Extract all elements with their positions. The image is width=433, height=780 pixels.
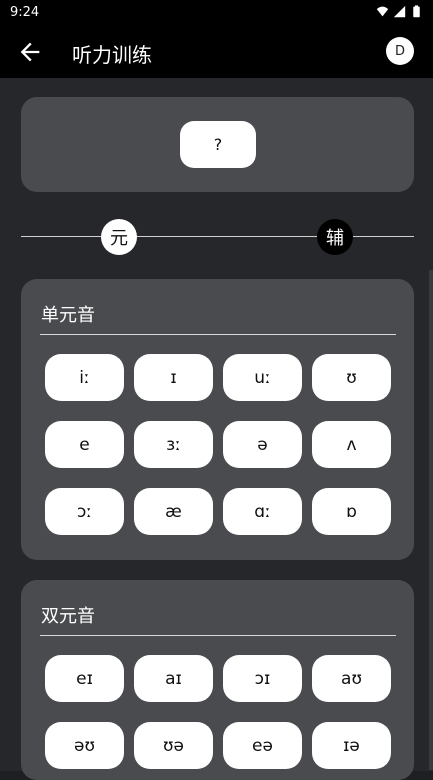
main-content: ? 元 辅 单元音 iː ɪ uː ʊ e ɜː ə ʌ ɔː æ ɑː ɒ 双… [0, 78, 433, 780]
diphthong-section: 双元音 eɪ aɪ ɔɪ aʊ əʊ ʊə eə ɪə [21, 580, 414, 780]
phoneme-button[interactable]: iː [45, 354, 124, 401]
phoneme-button[interactable]: ɜː [134, 421, 213, 468]
phoneme-button[interactable]: ɔː [45, 488, 124, 535]
phoneme-button[interactable]: aʊ [312, 655, 391, 702]
battery-icon [413, 5, 420, 18]
status-time: 9:24 [10, 5, 40, 20]
phoneme-button[interactable]: ɔɪ [223, 655, 302, 702]
phoneme-button[interactable]: ɪ [134, 354, 213, 401]
consonant-toggle[interactable]: 辅 [317, 219, 353, 255]
phoneme-button[interactable]: e [45, 421, 124, 468]
phoneme-grid: eɪ aɪ ɔɪ aʊ əʊ ʊə eə ɪə [45, 655, 391, 769]
vowel-toggle[interactable]: 元 [101, 219, 137, 255]
phoneme-button[interactable]: ɒ [312, 488, 391, 535]
play-question-button[interactable]: ? [180, 121, 256, 168]
phoneme-button[interactable]: uː [223, 354, 302, 401]
phoneme-button[interactable]: əʊ [45, 722, 124, 769]
phoneme-button[interactable]: aɪ [134, 655, 213, 702]
back-arrow-icon[interactable] [16, 38, 44, 66]
avatar[interactable]: D [386, 37, 414, 65]
phoneme-button[interactable]: ʌ [312, 421, 391, 468]
mode-toggle-track[interactable] [21, 236, 414, 237]
signal-icon [393, 5, 406, 18]
phoneme-grid: iː ɪ uː ʊ e ɜː ə ʌ ɔː æ ɑː ɒ [45, 354, 391, 535]
section-divider [40, 635, 396, 636]
page-title: 听力训练 [72, 43, 152, 67]
scrollbar[interactable] [429, 270, 433, 770]
section-divider [40, 334, 396, 335]
phoneme-button[interactable]: ɪə [312, 722, 391, 769]
phoneme-button[interactable]: æ [134, 488, 213, 535]
phoneme-button[interactable]: eɪ [45, 655, 124, 702]
wifi-icon [376, 6, 389, 17]
section-title: 单元音 [41, 305, 95, 326]
phoneme-button[interactable]: ɑː [223, 488, 302, 535]
phoneme-button[interactable]: eə [223, 722, 302, 769]
app-bar: 听力训练 D [0, 26, 433, 78]
phoneme-button[interactable]: ʊ [312, 354, 391, 401]
status-icons [376, 5, 423, 18]
status-bar: 9:24 [0, 0, 433, 26]
phoneme-button[interactable]: ə [223, 421, 302, 468]
monophthong-section: 单元音 iː ɪ uː ʊ e ɜː ə ʌ ɔː æ ɑː ɒ [21, 279, 414, 560]
question-card: ? [21, 97, 414, 192]
section-title: 双元音 [41, 606, 95, 627]
phoneme-button[interactable]: ʊə [134, 722, 213, 769]
